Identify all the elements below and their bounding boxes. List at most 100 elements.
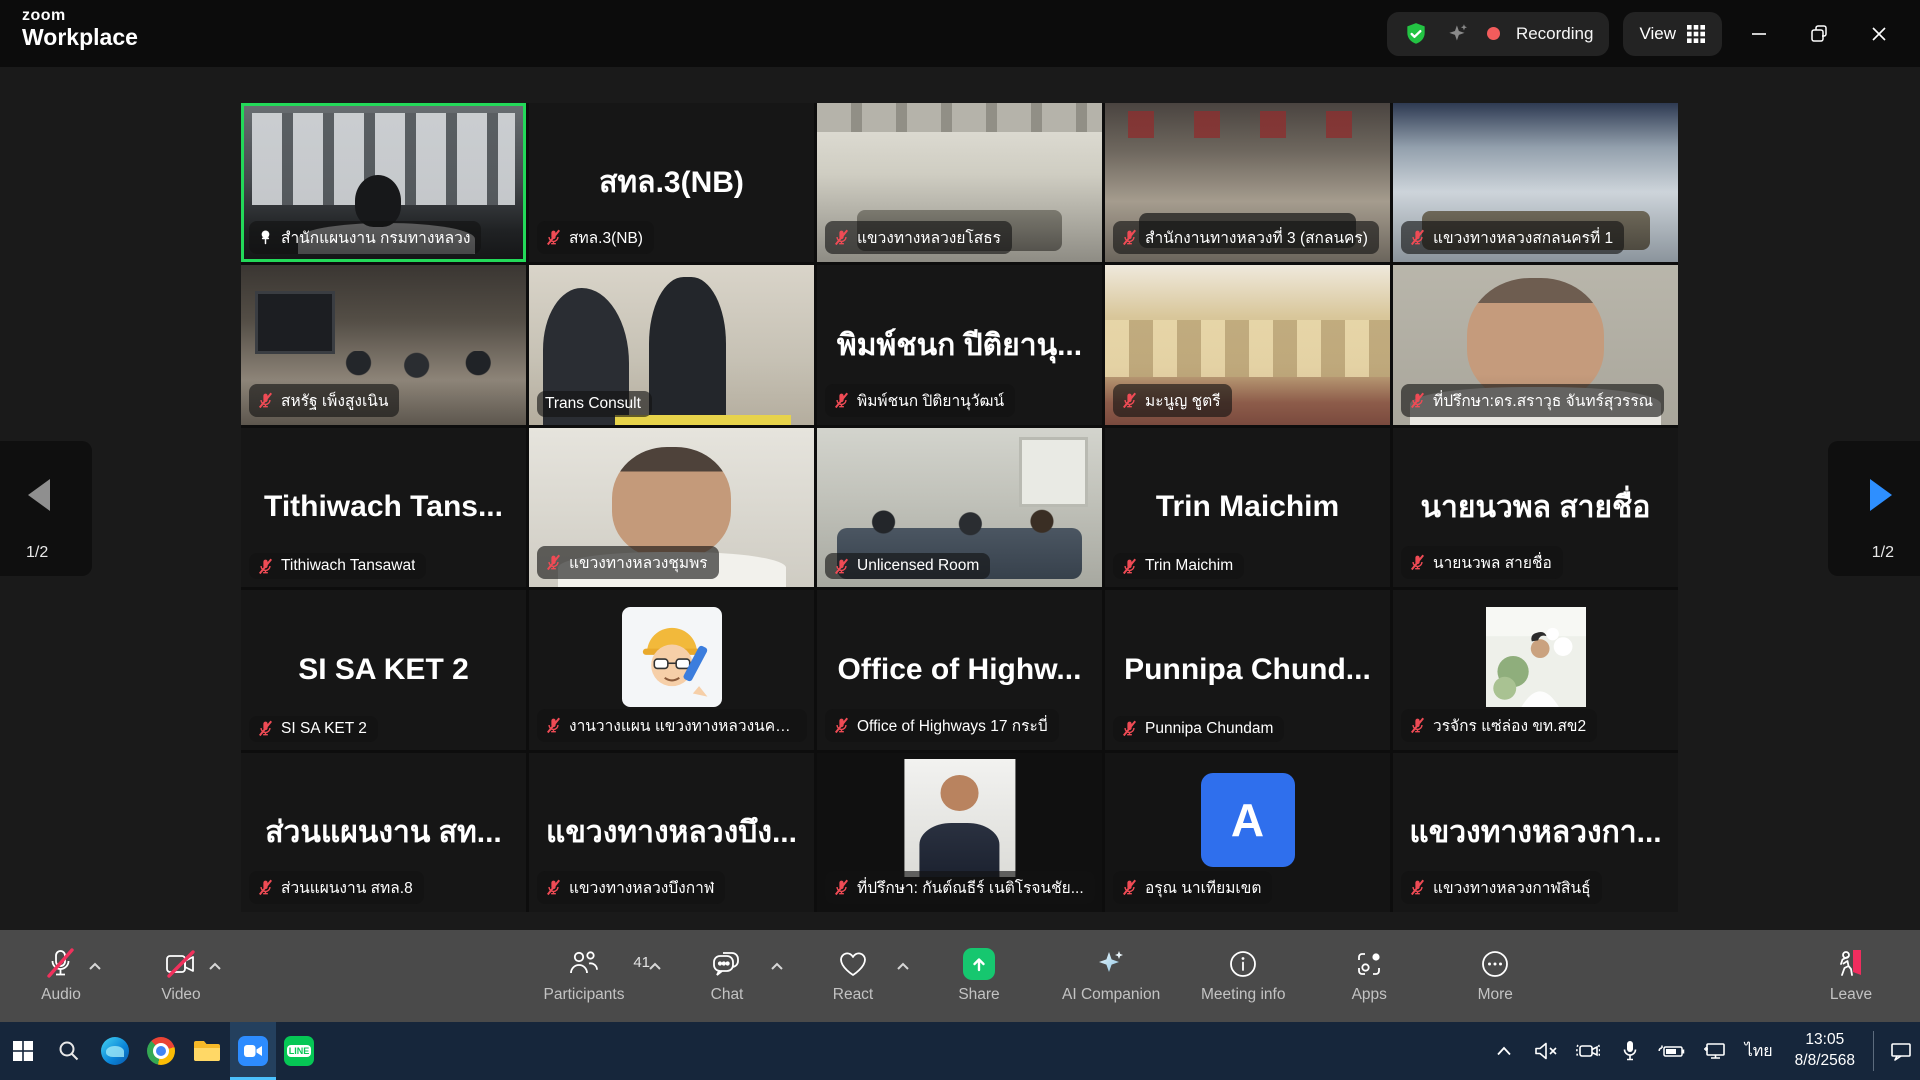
mic-muted-icon: [1121, 879, 1138, 896]
previous-page-panel: 1/2: [0, 441, 92, 576]
participant-name-label: งานวางแผน แขวงทางหลวงนครศรี...: [537, 709, 807, 742]
network-display-icon[interactable]: [1695, 1022, 1733, 1080]
participant-tile[interactable]: ส่วนแผนงาน สท... ส่วนแผนงาน สทล.8: [241, 753, 526, 912]
page-indicator: 1/2: [26, 544, 48, 562]
participant-name-label: ที่ปรึกษา: กันต์ณธีร์ เนติโรจนชัย...: [825, 871, 1095, 904]
chrome-icon[interactable]: [138, 1022, 184, 1080]
ai-companion-button[interactable]: AI Companion: [1062, 930, 1160, 1022]
action-center-icon[interactable]: [1882, 1022, 1920, 1080]
participant-name-label: สำนักงานทางหลวงที่ 3 (สกลนคร): [1113, 221, 1379, 254]
react-button[interactable]: React: [810, 930, 896, 1022]
logo-line-zoom: zoom: [22, 8, 138, 25]
windows-taskbar: LINE: [0, 1022, 1920, 1080]
chat-button[interactable]: Chat: [684, 930, 770, 1022]
participant-tile[interactable]: Trin Maichim Trin Maichim: [1105, 428, 1390, 587]
security-shield-icon[interactable]: [1403, 21, 1429, 47]
participant-tile[interactable]: Tithiwach Tans... Tithiwach Tansawat: [241, 428, 526, 587]
audio-button[interactable]: Audio: [18, 930, 104, 1022]
share-screen-icon: [963, 948, 995, 980]
camera-access-icon[interactable]: [1569, 1022, 1607, 1080]
audio-options-caret[interactable]: [88, 958, 102, 976]
participant-tile[interactable]: Punnipa Chund... Punnipa Chundam: [1105, 590, 1390, 749]
participant-tile[interactable]: แขวงทางหลวงบึง... แขวงทางหลวงบึงกาฬ: [529, 753, 814, 912]
participant-tile[interactable]: งานวางแผน แขวงทางหลวงนครศรี...: [529, 590, 814, 749]
participant-tile[interactable]: ที่ปรึกษา: กันต์ณธีร์ เนติโรจนชัย...: [817, 753, 1102, 912]
participant-tile[interactable]: สทล.3(NB) สทล.3(NB): [529, 103, 814, 262]
participant-tile[interactable]: นายนวพล สายชื่อ นายนวพล สายชื่อ: [1393, 428, 1678, 587]
participant-tile[interactable]: แขวงทางหลวงยโสธร: [817, 103, 1102, 262]
meeting-info-button[interactable]: Meeting info: [1200, 930, 1286, 1022]
volume-muted-icon[interactable]: [1527, 1022, 1565, 1080]
battery-power-icon[interactable]: [1653, 1022, 1691, 1080]
ai-companion-status-icon[interactable]: [1445, 21, 1471, 47]
participant-tile[interactable]: Office of Highw... Office of Highways 17…: [817, 590, 1102, 749]
participant-tile[interactable]: แขวงทางหลวงสกลนครที่ 1: [1393, 103, 1678, 262]
avatar: [1486, 607, 1586, 707]
taskbar-clock[interactable]: 13:05 8/8/2568: [1785, 1030, 1865, 1072]
participant-name-label: Tithiwach Tansawat: [249, 553, 426, 579]
chat-options-caret[interactable]: [770, 958, 784, 976]
participant-tile[interactable]: มะนูญ ชูตรี: [1105, 265, 1390, 424]
leave-button[interactable]: Leave: [1808, 930, 1894, 1022]
participant-tile[interactable]: พิมพ์ชนก ปีติยานุ... พิมพ์ชนก ปิติยานุวั…: [817, 265, 1102, 424]
minimize-button[interactable]: [1736, 11, 1782, 57]
participant-tile[interactable]: สำนักแผนงาน กรมทางหลวง: [241, 103, 526, 262]
mic-muted-icon: [545, 879, 562, 896]
gallery-grid: สำนักแผนงาน กรมทางหลวง สทล.3(NB) สทล.3(N…: [241, 103, 1678, 912]
next-page-panel: 1/2: [1828, 441, 1920, 576]
close-button[interactable]: [1856, 11, 1902, 57]
participant-name-label: ส่วนแผนงาน สทล.8: [249, 871, 424, 904]
participant-name-label: สำนักแผนงาน กรมทางหลวง: [249, 221, 481, 254]
video-button[interactable]: Video: [138, 930, 224, 1022]
participants-button[interactable]: 41 Participants: [524, 930, 644, 1022]
participant-tile[interactable]: A อรุณ นาเทียมเขต: [1105, 753, 1390, 912]
tray-expand-chevron-icon[interactable]: [1485, 1022, 1523, 1080]
mic-muted-icon: [833, 717, 850, 734]
meeting-status-pill: Recording: [1387, 12, 1610, 56]
mic-muted-icon: [1121, 392, 1138, 409]
apps-button[interactable]: Apps: [1326, 930, 1412, 1022]
more-button[interactable]: More: [1452, 930, 1538, 1022]
line-app-icon[interactable]: LINE: [276, 1022, 322, 1080]
mic-muted-icon: [833, 229, 850, 246]
restore-button[interactable]: [1796, 11, 1842, 57]
share-button[interactable]: Share: [936, 930, 1022, 1022]
microphone-access-icon[interactable]: [1611, 1022, 1649, 1080]
view-button[interactable]: View: [1623, 12, 1722, 56]
participant-tile[interactable]: แขวงทางหลวงชุมพร: [529, 428, 814, 587]
file-explorer-icon[interactable]: [184, 1022, 230, 1080]
participant-tile[interactable]: สำนักงานทางหลวงที่ 3 (สกลนคร): [1105, 103, 1390, 262]
start-button[interactable]: [0, 1022, 46, 1080]
edge-icon[interactable]: [92, 1022, 138, 1080]
letter-avatar: A: [1201, 773, 1295, 867]
video-options-caret[interactable]: [208, 958, 222, 976]
participant-name-label: SI SA KET 2: [249, 716, 378, 742]
zoom-app-icon[interactable]: [230, 1022, 276, 1080]
next-page-arrow[interactable]: [1870, 479, 1892, 511]
participant-name-label: แขวงทางหลวงสกลนครที่ 1: [1401, 221, 1624, 254]
search-button[interactable]: [46, 1022, 92, 1080]
participant-tile[interactable]: สหรัฐ เพ็งสูงเนิน: [241, 265, 526, 424]
participant-tile[interactable]: Trans Consult: [529, 265, 814, 424]
language-indicator[interactable]: ไทย: [1737, 1039, 1781, 1064]
participants-options-caret[interactable]: [648, 958, 662, 976]
mic-muted-icon: [833, 558, 850, 575]
participant-tile[interactable]: SI SA KET 2 SI SA KET 2: [241, 590, 526, 749]
participant-name-label: Trin Maichim: [1113, 553, 1244, 579]
participant-tile[interactable]: วรจักร แซ่ล่อง ขท.สข2: [1393, 590, 1678, 749]
mic-muted-icon: [1409, 392, 1426, 409]
react-options-caret[interactable]: [896, 958, 910, 976]
participant-name-label: อรุณ นาเทียมเขต: [1113, 871, 1272, 904]
view-label: View: [1639, 24, 1676, 44]
participant-name-label: ที่ปรึกษา:ดร.สราวุธ จันทร์สุวรรณ: [1401, 384, 1664, 417]
mic-muted-icon: [257, 720, 274, 737]
mic-muted-icon: [1409, 229, 1426, 246]
mic-muted-icon: [1409, 879, 1426, 896]
mic-muted-icon: [545, 554, 562, 571]
participant-tile[interactable]: แขวงทางหลวงกา... แขวงทางหลวงกาฬสินธุ์: [1393, 753, 1678, 912]
participant-tile[interactable]: Unlicensed Room: [817, 428, 1102, 587]
participant-name-label: Unlicensed Room: [825, 553, 990, 579]
previous-page-arrow[interactable]: [28, 479, 50, 511]
participant-tile[interactable]: ที่ปรึกษา:ดร.สราวุธ จันทร์สุวรรณ: [1393, 265, 1678, 424]
mic-muted-icon: [833, 392, 850, 409]
